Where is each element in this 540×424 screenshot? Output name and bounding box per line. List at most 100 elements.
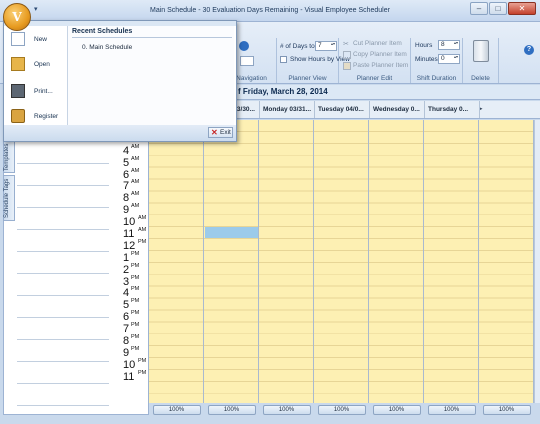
cut-planner-item[interactable]: Cut Planner Item (353, 40, 402, 47)
exit-label: Exit (220, 129, 231, 136)
planner-edit-group: ✂ Cut Planner Item Copy Planner Item Pas… (339, 38, 411, 83)
time-axis: 2AM3AM4AM5AM6AM7AM8AM9AM10AM11AM12PM1PM2… (110, 120, 149, 383)
planner-grid[interactable] (149, 120, 534, 403)
navigation-group: Navigation (236, 38, 277, 83)
show-hours-checkbox[interactable] (280, 56, 287, 63)
column-header[interactable]: Wednesday 0... (370, 101, 425, 118)
menu-new[interactable]: New (7, 29, 67, 53)
list-item[interactable] (17, 362, 109, 384)
paste-planner-item[interactable]: Paste Planner Item (353, 62, 408, 69)
ampm-label: AM (131, 143, 140, 150)
recent-divider (72, 37, 232, 38)
tab-schedule-tags[interactable]: Schedule Tags (3, 175, 15, 221)
list-item[interactable] (17, 186, 109, 208)
ampm-label: AM (131, 167, 140, 174)
tab-templates[interactable]: Templates (3, 141, 15, 173)
days-to-view-stepper[interactable]: 7 (315, 41, 337, 51)
menu-print-label: Print... (34, 88, 53, 95)
zoom-buttons-row: 100% 100% 100% 100% 100% 100% 100% (149, 404, 540, 417)
list-item[interactable] (17, 274, 109, 296)
list-item[interactable] (17, 318, 109, 340)
time-row: 12 PM (110, 239, 149, 252)
column-header[interactable]: Tuesday 04/0... (315, 101, 370, 118)
column-header[interactable]: Monday 03/31... (260, 101, 315, 118)
zoom-button[interactable]: 100% (317, 405, 366, 415)
close-button[interactable]: ✕ (508, 2, 536, 15)
maximize-button[interactable]: □ (489, 2, 507, 15)
exit-button[interactable]: ✕ Exit (208, 127, 233, 138)
time-row: 5 PM (110, 298, 149, 311)
time-row: 7 AM (110, 179, 149, 192)
employee-list (17, 120, 109, 406)
printer-icon (11, 84, 25, 98)
time-row: 11 PM (110, 370, 149, 383)
new-document-icon (11, 32, 25, 46)
app-menu-button[interactable]: V (3, 3, 31, 31)
list-item[interactable] (17, 252, 109, 274)
app-menu: New Open Print... Register Recent Schedu… (3, 20, 237, 142)
planner-edit-group-label: Planner Edit (356, 75, 393, 82)
ampm-label: AM (131, 179, 140, 186)
time-row: 1 PM (110, 250, 149, 264)
scroll-right-icon[interactable]: ▸ (480, 101, 486, 118)
list-item[interactable] (17, 340, 109, 362)
time-row: 10 AM (110, 215, 149, 228)
recent-schedules-title: Recent Schedules (72, 28, 133, 35)
list-item[interactable] (17, 142, 109, 164)
list-item[interactable] (17, 384, 109, 406)
time-row: 3 PM (110, 275, 149, 288)
quick-access-toolbar-icon[interactable]: ▾ (34, 5, 46, 15)
ampm-label: AM (131, 191, 140, 198)
ampm-label: PM (131, 286, 140, 293)
zoom-button[interactable]: 100% (207, 405, 256, 415)
menu-print[interactable]: Print... (7, 81, 67, 105)
open-folder-icon (11, 57, 25, 71)
ampm-label: PM (131, 310, 140, 317)
title-bar: Main Schedule - 30 Evaluation Days Remai… (0, 0, 540, 22)
navigate-icon[interactable] (239, 41, 249, 51)
copy-icon (343, 51, 351, 59)
time-row: 8 AM (110, 191, 149, 204)
planner-view-group: # of Days to View 7 Show Hours by View P… (277, 38, 350, 83)
zoom-button[interactable]: 100% (152, 405, 201, 415)
time-row: 9 AM (110, 203, 149, 216)
column-header[interactable]: Thursday 0... (425, 101, 480, 118)
recent-schedule-item[interactable]: 0. Main Schedule (82, 44, 132, 51)
recycle-bin-icon[interactable] (473, 40, 489, 62)
view-dropdown-icon[interactable] (240, 56, 254, 66)
window-title: Main Schedule - 30 Evaluation Days Remai… (150, 7, 390, 14)
minutes-stepper[interactable]: 0 (438, 54, 460, 64)
shift-duration-group: Hours 8 Minutes 0 Shift Duration (411, 38, 463, 83)
menu-commands: New Open Print... Register (7, 26, 67, 126)
cut-icon: ✂ (343, 41, 349, 48)
time-row: 11 AM (110, 227, 149, 240)
list-item[interactable] (17, 296, 109, 318)
menu-open-label: Open (34, 61, 50, 68)
time-row: 7 PM (110, 322, 149, 335)
ampm-label: PM (131, 262, 140, 269)
copy-planner-item[interactable]: Copy Planner Item (353, 51, 407, 58)
delete-group: Delete (463, 38, 499, 83)
paste-icon (343, 62, 351, 70)
hours-stepper[interactable]: 8 (438, 40, 460, 50)
time-row: 10 PM (110, 357, 149, 371)
time-row: 4 PM (110, 286, 149, 299)
time-row: 6 PM (110, 310, 149, 323)
zoom-button[interactable]: 100% (372, 405, 421, 415)
shift-duration-group-label: Shift Duration (416, 75, 457, 82)
minimize-button[interactable]: – (470, 2, 488, 15)
help-icon[interactable]: ? (524, 45, 534, 55)
ampm-label: PM (138, 357, 147, 364)
vertical-scrollbar[interactable] (534, 120, 540, 403)
zoom-button[interactable]: 100% (262, 405, 311, 415)
ampm-label: PM (131, 345, 140, 352)
time-row: 9 PM (110, 345, 149, 359)
zoom-button[interactable]: 100% (427, 405, 476, 415)
time-row: 2 PM (110, 262, 149, 276)
list-item[interactable] (17, 164, 109, 186)
ampm-label: PM (131, 250, 140, 257)
list-item[interactable] (17, 230, 109, 252)
zoom-button[interactable]: 100% (482, 405, 531, 415)
menu-open[interactable]: Open (7, 54, 67, 78)
list-item[interactable] (17, 208, 109, 230)
